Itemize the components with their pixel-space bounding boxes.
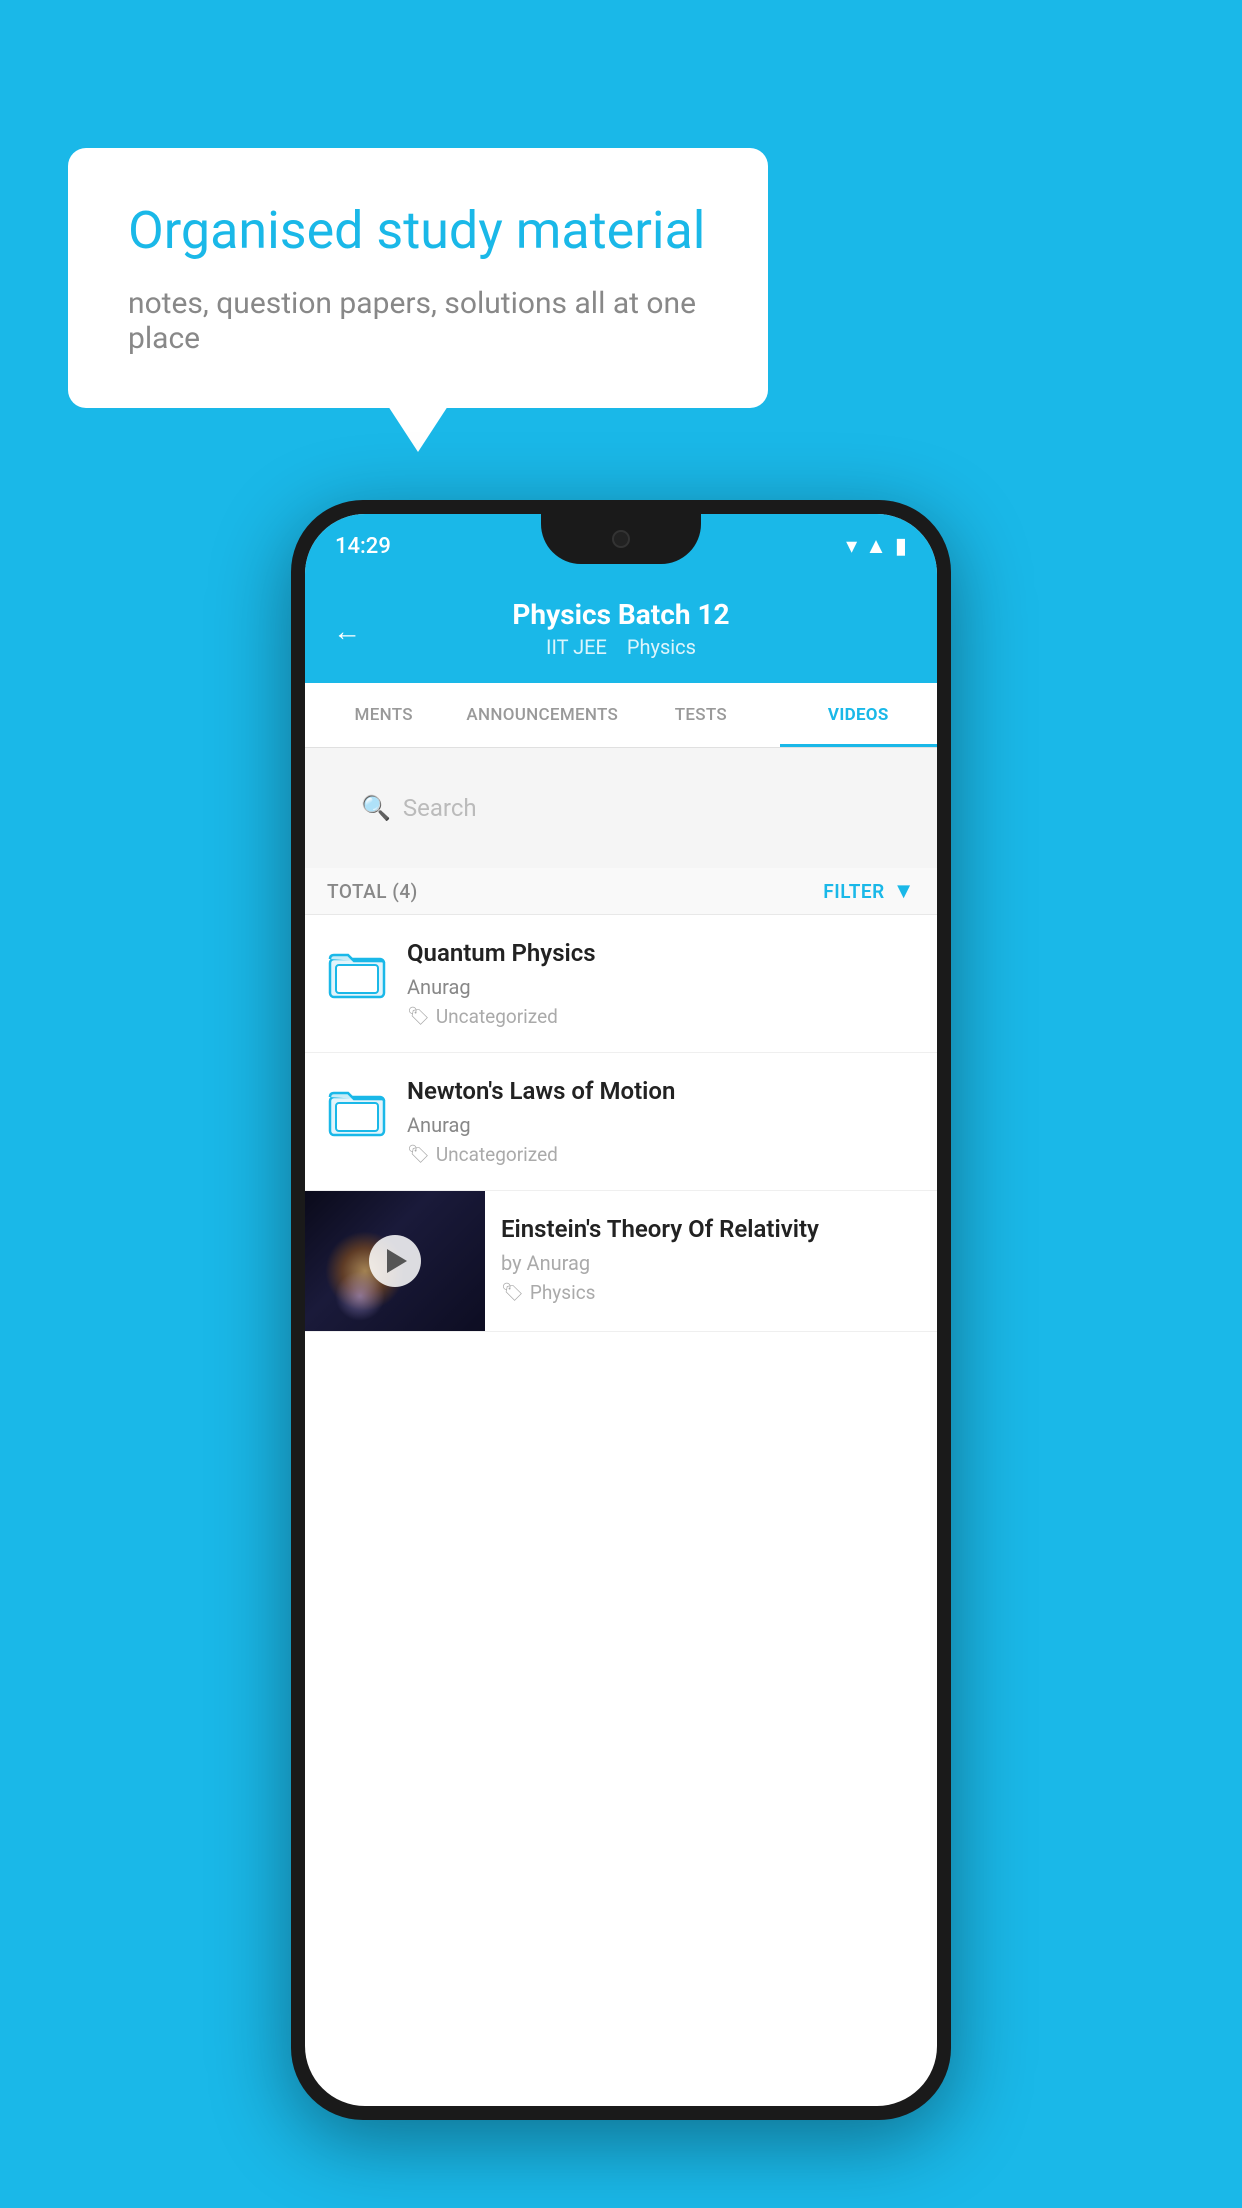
video-tag-3: 🏷 Physics <box>501 1281 921 1304</box>
speech-bubble-container: Organised study material notes, question… <box>68 148 768 408</box>
wifi-icon: ▾ <box>846 534 857 559</box>
total-label: TOTAL (4) <box>327 880 418 903</box>
status-icons: ▾ ▲ ▮ <box>846 533 907 559</box>
tab-ments[interactable]: MENTS <box>305 683 462 747</box>
tag-icon-2: 🏷 <box>407 1144 430 1165</box>
list-item[interactable]: Newton's Laws of Motion Anurag 🏷 Uncateg… <box>305 1053 937 1191</box>
tag-icon-1: 🏷 <box>407 1006 430 1027</box>
tab-videos[interactable]: VIDEOS <box>780 683 937 747</box>
search-input[interactable]: Search <box>403 794 477 822</box>
video-tag-1: 🏷 Uncategorized <box>407 1005 917 1028</box>
video-author-1: Anurag <box>407 975 917 999</box>
phone-frame: 14:29 ▾ ▲ ▮ ← Physics Batch 12 IIT J <box>291 500 951 2120</box>
bubble-title: Organised study material <box>128 200 708 262</box>
phone-screen: 14:29 ▾ ▲ ▮ ← Physics Batch 12 IIT J <box>305 514 937 2106</box>
tag-icon-3: 🏷 <box>501 1282 524 1303</box>
video-info-3: Einstein's Theory Of Relativity by Anura… <box>485 1191 937 1328</box>
tab-tests[interactable]: TESTS <box>622 683 779 747</box>
header-subtitle: IIT JEE Physics <box>335 635 907 659</box>
list-item[interactable]: Quantum Physics Anurag 🏷 Uncategorized <box>305 915 937 1053</box>
filter-label: FILTER <box>823 880 884 903</box>
folder-icon-1 <box>325 943 389 1007</box>
phone-container: 14:29 ▾ ▲ ▮ ← Physics Batch 12 IIT J <box>291 500 951 2120</box>
filter-icon: ▼ <box>893 878 915 904</box>
bubble-subtitle: notes, question papers, solutions all at… <box>128 286 708 356</box>
app-background: Organised study material notes, question… <box>0 0 1242 2208</box>
video-title-3: Einstein's Theory Of Relativity <box>501 1215 921 1243</box>
header-title: Physics Batch 12 <box>335 598 907 631</box>
battery-icon: ▮ <box>895 534 907 559</box>
play-button[interactable] <box>369 1235 421 1287</box>
tag-label-2: Uncategorized <box>436 1143 558 1166</box>
search-icon: 🔍 <box>361 794 391 822</box>
tab-announcements[interactable]: ANNOUNCEMENTS <box>462 683 622 747</box>
tag-label-1: Uncategorized <box>436 1005 558 1028</box>
camera-dot <box>612 530 630 548</box>
folder-icon-2 <box>325 1081 389 1145</box>
tag-label-3: Physics <box>530 1281 596 1304</box>
speech-bubble: Organised study material notes, question… <box>68 148 768 408</box>
signal-icon: ▲ <box>865 533 887 559</box>
app-header: ← Physics Batch 12 IIT JEE Physics <box>305 578 937 683</box>
video-tag-2: 🏷 Uncategorized <box>407 1143 917 1166</box>
list-item[interactable]: Einstein's Theory Of Relativity by Anura… <box>305 1191 937 1332</box>
filter-button[interactable]: FILTER ▼ <box>823 878 915 904</box>
video-info-1: Quantum Physics Anurag 🏷 Uncategorized <box>407 939 917 1028</box>
header-physics: Physics <box>627 635 696 659</box>
list-header: TOTAL (4) FILTER ▼ <box>305 868 937 915</box>
video-title-1: Quantum Physics <box>407 939 917 967</box>
back-button[interactable]: ← <box>333 614 361 647</box>
status-time: 14:29 <box>335 534 391 559</box>
notch <box>541 514 701 564</box>
search-bar[interactable]: 🔍 Search <box>341 780 901 836</box>
header-iitjee: IIT JEE <box>546 635 607 659</box>
video-author-2: Anurag <box>407 1113 917 1137</box>
status-bar: 14:29 ▾ ▲ ▮ <box>305 514 937 578</box>
video-title-2: Newton's Laws of Motion <box>407 1077 917 1105</box>
video-by-3: by Anurag <box>501 1251 921 1275</box>
video-thumbnail-3 <box>305 1191 485 1331</box>
video-info-2: Newton's Laws of Motion Anurag 🏷 Uncateg… <box>407 1077 917 1166</box>
play-icon <box>387 1249 407 1273</box>
tabs-bar: MENTS ANNOUNCEMENTS TESTS VIDEOS <box>305 683 937 748</box>
video-list: Quantum Physics Anurag 🏷 Uncategorized <box>305 915 937 1332</box>
